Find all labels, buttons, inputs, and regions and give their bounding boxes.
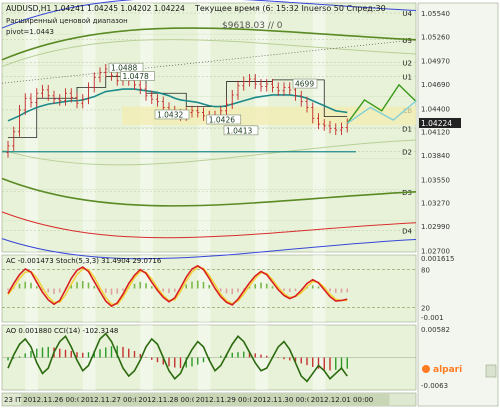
pivot-level-label: D4 bbox=[402, 227, 412, 235]
alpari-logo-icon bbox=[422, 365, 430, 373]
time-axis-label: 23 IT bbox=[4, 396, 22, 404]
price-annotation: 1.0426 bbox=[209, 115, 235, 124]
price-axis-label: 1.05540 bbox=[421, 10, 450, 18]
price-axis-label: 1.04970 bbox=[421, 58, 450, 66]
price-annotation: 1.0432 bbox=[157, 110, 183, 119]
time-axis-label: 2012.12.01 00:00 bbox=[311, 396, 373, 404]
time-axis-label: 2012.11.26 00:00 bbox=[23, 396, 85, 404]
pivot-level-label: U3 bbox=[402, 37, 412, 45]
chart-scroll-button[interactable] bbox=[485, 364, 497, 378]
pivot-level-label: U2 bbox=[402, 59, 412, 67]
oscillator-title: AC -0.001473 Stoch(5,3,3) 31.4904 29.071… bbox=[6, 257, 162, 265]
pivot-level-label: D2 bbox=[402, 149, 412, 157]
oscillator-axis-label: 80 bbox=[421, 267, 430, 275]
price-annotation: 1.0413 bbox=[226, 126, 252, 135]
time-axis-label: 2012.11.28 00:00 bbox=[138, 396, 200, 404]
price-axis-label: 1.04400 bbox=[421, 105, 450, 113]
brand-label: alpari bbox=[433, 365, 462, 375]
price-axis-label: 1.03840 bbox=[421, 152, 450, 160]
chart-canvas: U4U3U2U1LBD1D2D3D41.04881.04781.04321.04… bbox=[1, 0, 499, 407]
current-price-label: 1.04224 bbox=[421, 119, 452, 128]
pivot-level-label: U4 bbox=[402, 10, 412, 18]
oscillator-axis-label: 20 bbox=[421, 304, 430, 312]
time-axis-label: 2012.11.27 00:00 bbox=[81, 396, 143, 404]
symbol-header: AUDUSD,H1 1.04241 1.04245 1.04202 1.0422… bbox=[6, 4, 185, 13]
price-axis-label: 1.04120 bbox=[421, 129, 450, 137]
ao-axis-label: 0.00582 bbox=[421, 326, 450, 334]
chart-window: U4U3U2U1LBD1D2D3D41.04881.04781.04321.04… bbox=[0, 0, 500, 408]
balance-line: $9618.03 // 0 bbox=[222, 21, 283, 31]
price-axis-label: 1.04690 bbox=[421, 81, 450, 89]
price-annotation: 1.0478 bbox=[123, 72, 149, 81]
ao-title: AO 0.001880 CCI(14) -102.3148 bbox=[6, 327, 118, 335]
price-axis-label: 1.03550 bbox=[421, 176, 450, 184]
price-axis-label: 1.03270 bbox=[421, 200, 450, 208]
pivot-value: pivot=1.0443 bbox=[6, 28, 54, 36]
price-axis-label: 1.02990 bbox=[421, 223, 450, 231]
ao-axis-label: -0.0063 bbox=[421, 382, 448, 390]
oscillator-axis-label: -0.001 bbox=[421, 314, 444, 322]
pivot-level-label: D1 bbox=[402, 125, 412, 133]
price-annotation: 4699 bbox=[295, 80, 314, 89]
time-axis-label: 2012.11.30 00:00 bbox=[253, 396, 315, 404]
pivot-level-label: U1 bbox=[402, 74, 412, 82]
time-axis-label: 2012.11.29 00:00 bbox=[196, 396, 258, 404]
server-time: Текущее время (6: 15:32 Inuerso 50 Спред… bbox=[194, 4, 386, 13]
pivot-indicator-name: Расширенный ценовой диапазон bbox=[6, 17, 128, 25]
oscillator-axis-label: 0.001615 bbox=[421, 255, 454, 263]
price-axis-label: 1.05260 bbox=[421, 33, 450, 41]
